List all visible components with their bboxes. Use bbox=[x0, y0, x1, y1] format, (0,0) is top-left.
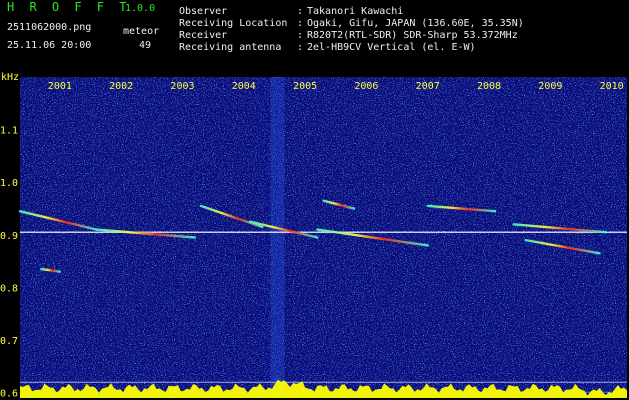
x-tick-label: 2002 bbox=[109, 81, 133, 92]
y-tick-label: 0.9 bbox=[0, 231, 18, 242]
noise-texture bbox=[20, 77, 627, 398]
hroft-window: H R O F F T 1.0.0 2511062000.png 25.11.0… bbox=[0, 0, 629, 400]
x-tick-label: 2006 bbox=[354, 81, 378, 92]
spectrogram-chart: 2001 2002 2003 2004 2005 2006 2007 2008 2009 2010… bbox=[0, 72, 627, 400]
x-tick-label: 2003 bbox=[170, 81, 194, 92]
y-axis-label: kHz bbox=[1, 72, 19, 83]
y-tick-label: 0.8 bbox=[0, 283, 18, 294]
y-tick-label: 0.6 bbox=[0, 389, 18, 400]
x-tick-label: 2009 bbox=[538, 81, 562, 92]
x-tick-label: 2008 bbox=[477, 81, 501, 92]
x-tick-label: 2007 bbox=[416, 81, 440, 92]
x-tick-label: 2001 bbox=[48, 81, 72, 92]
y-tick-label: 1.1 bbox=[0, 126, 18, 137]
y-tick-label: 0.7 bbox=[0, 336, 18, 347]
x-tick-label: 2010 bbox=[600, 81, 624, 92]
x-tick-label: 2004 bbox=[232, 81, 256, 92]
y-tick-label: 1.0 bbox=[0, 178, 18, 189]
x-tick-label: 2005 bbox=[293, 81, 317, 92]
interference-band bbox=[270, 77, 285, 398]
